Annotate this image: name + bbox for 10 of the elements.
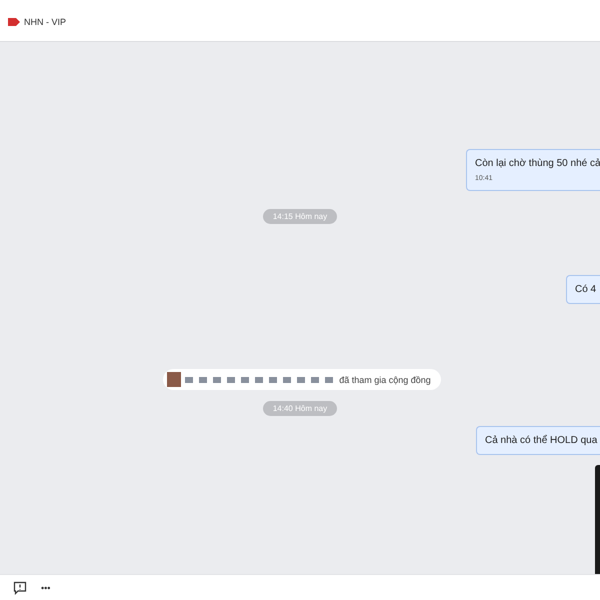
comment-icon[interactable] bbox=[13, 580, 27, 594]
message-text: Có 4 bbox=[575, 284, 598, 295]
conversation-title: NHN - VIP bbox=[24, 16, 66, 26]
date-separator: 14:40 Hôm nay bbox=[262, 401, 338, 416]
notice-text: đã tham gia cộng đồng bbox=[339, 374, 431, 384]
more-button[interactable]: ••• bbox=[41, 582, 50, 592]
date-separator: 14:15 Hôm nay bbox=[262, 209, 338, 224]
avatar-placeholder bbox=[167, 372, 182, 387]
tag-icon bbox=[8, 18, 20, 26]
message-text: Cả nhà có thể HOLD qua bbox=[485, 435, 598, 446]
